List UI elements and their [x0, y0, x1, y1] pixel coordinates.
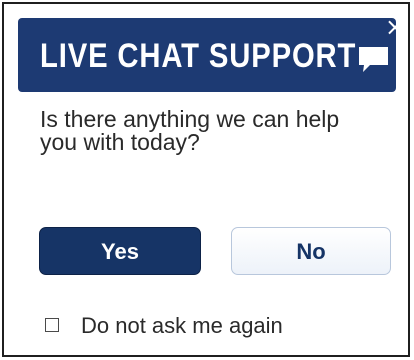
dialog-title: LIVE CHAT SUPPORT [40, 37, 357, 75]
help-question-text: Is there anything we can help you with t… [40, 106, 340, 155]
dialog-header: LIVE CHAT SUPPORT × [18, 18, 396, 92]
live-chat-dialog: LIVE CHAT SUPPORT × Is there anything we… [2, 2, 410, 357]
close-icon[interactable]: × [385, 18, 396, 39]
do-not-ask-again-checkbox[interactable] [45, 318, 59, 332]
no-button[interactable]: No [231, 227, 391, 275]
do-not-ask-again-label[interactable]: Do not ask me again [81, 314, 283, 338]
chat-bubble-icon [359, 47, 388, 72]
page: LIVE CHAT SUPPORT × Is there anything we… [0, 0, 414, 360]
yes-button[interactable]: Yes [39, 227, 201, 275]
